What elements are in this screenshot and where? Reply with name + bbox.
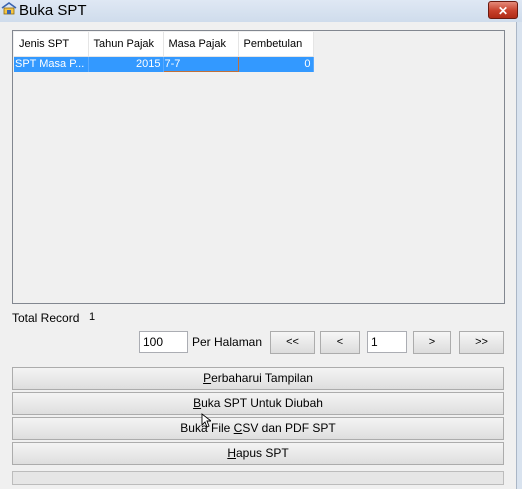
column-header-masa-pajak[interactable]: Masa Pajak bbox=[163, 32, 239, 57]
column-header-jenis-spt[interactable]: Jenis SPT bbox=[14, 32, 89, 57]
cell-jenis-spt[interactable]: SPT Masa P... bbox=[14, 56, 89, 72]
spt-table: Jenis SPT Tahun Pajak Masa Pajak Pembetu… bbox=[14, 32, 314, 72]
total-record-label: Total Record bbox=[12, 311, 80, 325]
total-record-value: 1 bbox=[89, 311, 96, 323]
window-title: Buka SPT bbox=[19, 2, 87, 19]
close-icon: ✕ bbox=[497, 4, 509, 18]
mouse-cursor-icon bbox=[201, 413, 211, 428]
window-edge[interactable] bbox=[516, 22, 522, 489]
table-header-row: Jenis SPT Tahun Pajak Masa Pajak Pembetu… bbox=[14, 32, 314, 57]
previous-page-button[interactable]: < bbox=[320, 331, 360, 354]
cell-tahun-pajak[interactable]: 2015 bbox=[88, 56, 164, 72]
application-icon bbox=[1, 2, 17, 15]
close-button[interactable]: ✕ bbox=[488, 1, 518, 19]
dialog-body: Jenis SPT Tahun Pajak Masa Pajak Pembetu… bbox=[0, 22, 516, 489]
open-spt-for-edit-button[interactable]: Buka SPT Untuk Diubah bbox=[12, 392, 504, 415]
last-page-button[interactable]: >> bbox=[459, 331, 504, 354]
table-row[interactable]: SPT Masa P... 2015 7-7 0 bbox=[14, 56, 314, 72]
first-page-button[interactable]: << bbox=[270, 331, 315, 354]
open-csv-pdf-button[interactable]: Buka File CSV dan PDF SPT bbox=[12, 417, 504, 440]
cell-pembetulan[interactable]: 0 bbox=[238, 56, 314, 72]
next-page-button[interactable]: > bbox=[413, 331, 451, 354]
cell-masa-pajak[interactable]: 7-7 bbox=[162, 56, 239, 72]
title-bar: Buka SPT ✕ bbox=[0, 0, 522, 22]
page-number-input[interactable]: 1 bbox=[367, 331, 407, 353]
progress-bar bbox=[12, 471, 504, 485]
delete-spt-button[interactable]: Hapus SPT bbox=[12, 442, 504, 465]
per-page-label: Per Halaman bbox=[192, 335, 263, 349]
refresh-view-button[interactable]: Perbaharui Tampilan bbox=[12, 367, 504, 390]
column-header-tahun-pajak[interactable]: Tahun Pajak bbox=[88, 32, 164, 57]
column-header-pembetulan[interactable]: Pembetulan bbox=[238, 32, 314, 57]
spt-table-panel: Jenis SPT Tahun Pajak Masa Pajak Pembetu… bbox=[12, 30, 505, 304]
per-page-input[interactable]: 100 bbox=[139, 331, 188, 353]
